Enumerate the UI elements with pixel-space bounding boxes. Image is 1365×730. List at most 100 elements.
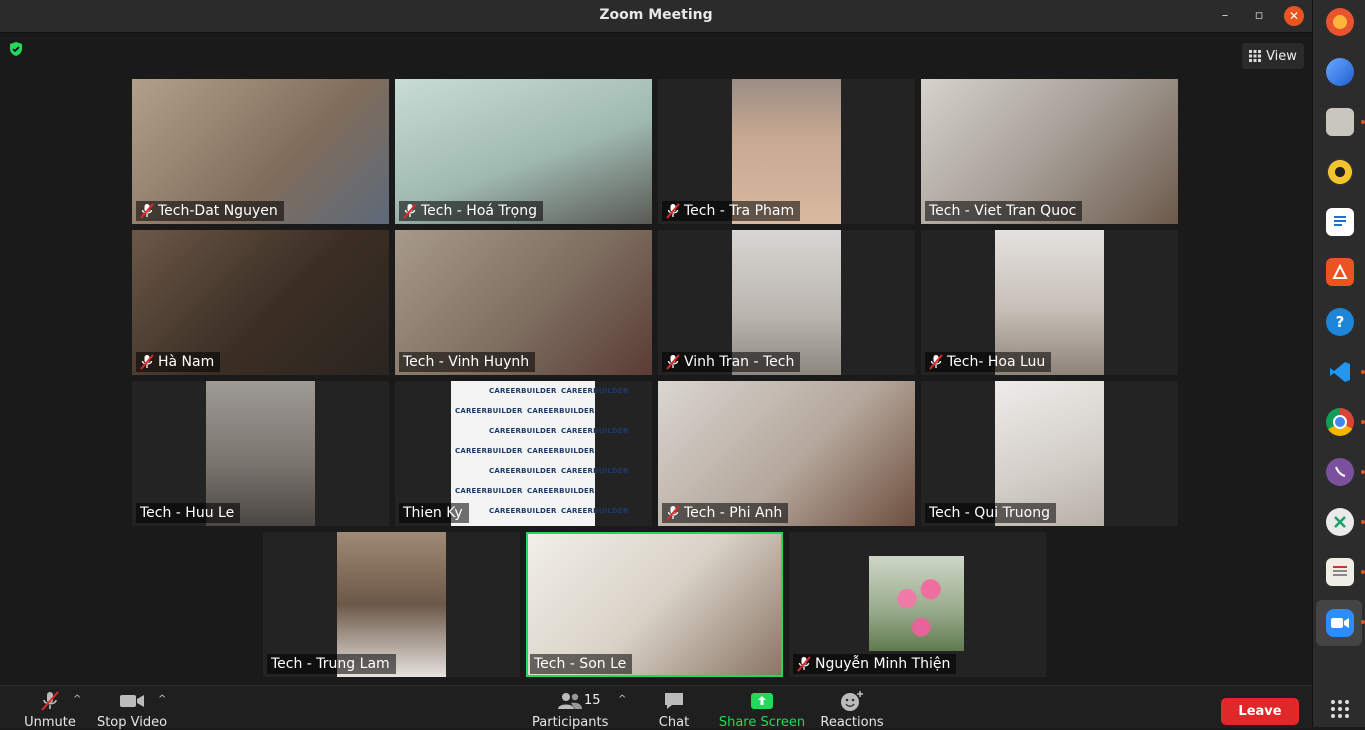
participant-tile[interactable]: Tech - Viet Tran Quoc — [921, 79, 1178, 224]
participant-name: Vinh Tran - Tech — [684, 354, 795, 370]
participant-name-bar: Tech - Hoá Trọng — [399, 201, 544, 221]
participant-name: Tech - Hoá Trọng — [421, 203, 538, 219]
participant-tile[interactable]: Tech - Phi Anh — [658, 381, 915, 526]
participant-tile[interactable]: Tech - Huu Le — [132, 381, 389, 526]
libreoffice-writer-icon[interactable] — [1326, 208, 1354, 236]
chat-button[interactable]: Chat — [654, 690, 694, 730]
participant-tile[interactable]: CAREERBUILDER CAREERBUILDER CAREERBUILDER C… — [395, 381, 652, 526]
files-icon[interactable] — [1326, 108, 1354, 136]
participant-name: Tech - Son Le — [534, 656, 627, 672]
participant-name-bar: Tech - Huu Le — [136, 503, 241, 523]
participant-name-bar: Thien Ky — [399, 503, 469, 523]
participant-name-bar: Tech-Dat Nguyen — [136, 201, 284, 221]
participant-count-badge: 15 — [584, 693, 601, 708]
running-indicator-icon — [1361, 470, 1365, 474]
video-camera-icon — [120, 695, 144, 707]
share-screen-button[interactable]: Share Screen — [718, 690, 806, 730]
participant-name-bar: Hà Nam — [136, 352, 221, 372]
participant-name: Tech - Viet Tran Quoc — [929, 203, 1077, 219]
chat-bubble-icon — [665, 693, 683, 709]
meeting-toolbar: Unmute ^ Stop Video ^ Participants 15 ^ … — [0, 685, 1312, 730]
participant-tile[interactable]: Hà Nam — [132, 230, 389, 375]
participant-name: Tech - Vinh Huynh — [403, 354, 530, 370]
careerbuilder-logo: CAREERBUILDER — [455, 447, 523, 455]
participant-tile[interactable]: Tech-Dat Nguyen — [132, 79, 389, 224]
muted-mic-icon — [666, 505, 680, 521]
window-titlebar: Zoom Meeting – ▫ ✕ — [0, 0, 1312, 33]
participant-tile[interactable]: Vinh Tran - Tech — [658, 230, 915, 375]
participant-name-bar: Vinh Tran - Tech — [662, 352, 801, 372]
remote-desktop-icon[interactable] — [1326, 508, 1354, 536]
show-applications-grid-icon[interactable] — [1326, 695, 1354, 723]
careerbuilder-logo: CAREERBUILDER — [561, 427, 629, 435]
microphone-muted-icon — [41, 691, 59, 711]
muted-mic-icon — [666, 203, 680, 219]
participant-tile[interactable]: Tech - Vinh Huynh — [395, 230, 652, 375]
reactions-smiley-icon — [841, 691, 863, 711]
chat-label: Chat — [658, 715, 690, 730]
careerbuilder-logo: CAREERBUILDER — [561, 467, 629, 475]
running-indicator-icon — [1361, 520, 1365, 524]
participant-tile[interactable]: Tech - Hoá Trọng — [395, 79, 652, 224]
encryption-shield-icon[interactable] — [8, 41, 24, 57]
running-indicator-icon — [1361, 570, 1365, 574]
careerbuilder-logo: CAREERBUILDER — [455, 407, 523, 415]
participant-name: Thien Ky — [403, 505, 463, 521]
viber-icon[interactable] — [1326, 458, 1354, 486]
view-button[interactable]: View — [1242, 43, 1304, 69]
running-indicator-icon — [1361, 620, 1365, 624]
participant-name-bar: Tech - Trung Lam — [267, 654, 396, 674]
leave-button[interactable]: Leave — [1221, 698, 1299, 725]
participant-name-bar: Tech- Hoa Luu — [925, 352, 1052, 372]
participant-name: Hà Nam — [158, 354, 215, 370]
thunderbird-icon[interactable] — [1326, 58, 1354, 86]
zoom-icon[interactable] — [1326, 609, 1354, 637]
share-screen-label: Share Screen — [718, 715, 806, 730]
stop-video-label: Stop Video — [96, 715, 168, 730]
close-button[interactable]: ✕ — [1284, 6, 1304, 26]
participant-tile[interactable]: Nguyễn Minh Thiện — [789, 532, 1046, 677]
unmute-label: Unmute — [24, 715, 76, 730]
participant-name-bar: Tech - Son Le — [530, 654, 633, 674]
running-indicator-icon — [1361, 370, 1365, 374]
maximize-button[interactable]: ▫ — [1249, 6, 1269, 26]
careerbuilder-logo: CAREERBUILDER — [527, 447, 595, 455]
participants-label: Participants — [532, 715, 609, 730]
careerbuilder-logo: CAREERBUILDER — [561, 507, 629, 515]
participant-name: Tech - Qui Truong — [929, 505, 1050, 521]
participant-name: Tech-Dat Nguyen — [158, 203, 278, 219]
running-indicator-icon — [1361, 120, 1365, 124]
muted-mic-icon — [929, 354, 943, 370]
vscode-icon[interactable] — [1326, 358, 1354, 386]
participants-options-chevron-icon[interactable]: ^ — [618, 694, 626, 705]
careerbuilder-logo: CAREERBUILDER — [489, 507, 557, 515]
participant-name: Nguyễn Minh Thiện — [815, 656, 951, 672]
active-speaker-tile[interactable]: Tech - Son Le — [526, 532, 783, 677]
software-store-icon[interactable] — [1326, 258, 1354, 286]
participant-tile[interactable]: Tech - Qui Truong — [921, 381, 1178, 526]
careerbuilder-logo: CAREERBUILDER — [561, 387, 629, 395]
chrome-icon[interactable] — [1326, 408, 1354, 436]
document-viewer-icon[interactable] — [1326, 558, 1354, 586]
unmute-button[interactable]: Unmute — [22, 690, 78, 730]
participant-name: Tech - Trung Lam — [271, 656, 390, 672]
audio-options-chevron-icon[interactable]: ^ — [73, 694, 81, 705]
muted-mic-icon — [666, 354, 680, 370]
window-title: Zoom Meeting — [599, 7, 713, 23]
reactions-button[interactable]: Reactions — [820, 690, 884, 730]
participant-tile[interactable]: Tech - Tra Pham — [658, 79, 915, 224]
video-options-chevron-icon[interactable]: ^ — [158, 694, 166, 705]
muted-mic-icon — [140, 354, 154, 370]
firefox-icon[interactable] — [1326, 8, 1354, 36]
rhythmbox-icon[interactable] — [1326, 158, 1354, 186]
participant-name: Tech - Huu Le — [140, 505, 235, 521]
participant-name-bar: Tech - Tra Pham — [662, 201, 801, 221]
participant-tile[interactable]: Tech- Hoa Luu — [921, 230, 1178, 375]
participant-name-bar: Tech - Vinh Huynh — [399, 352, 536, 372]
careerbuilder-logo: CAREERBUILDER — [489, 427, 557, 435]
careerbuilder-logo: CAREERBUILDER — [489, 387, 557, 395]
minimize-button[interactable]: – — [1215, 6, 1235, 26]
participant-tile[interactable]: Tech - Trung Lam — [263, 532, 520, 677]
ubuntu-dock: ? — [1312, 0, 1365, 727]
help-icon[interactable]: ? — [1326, 308, 1354, 336]
